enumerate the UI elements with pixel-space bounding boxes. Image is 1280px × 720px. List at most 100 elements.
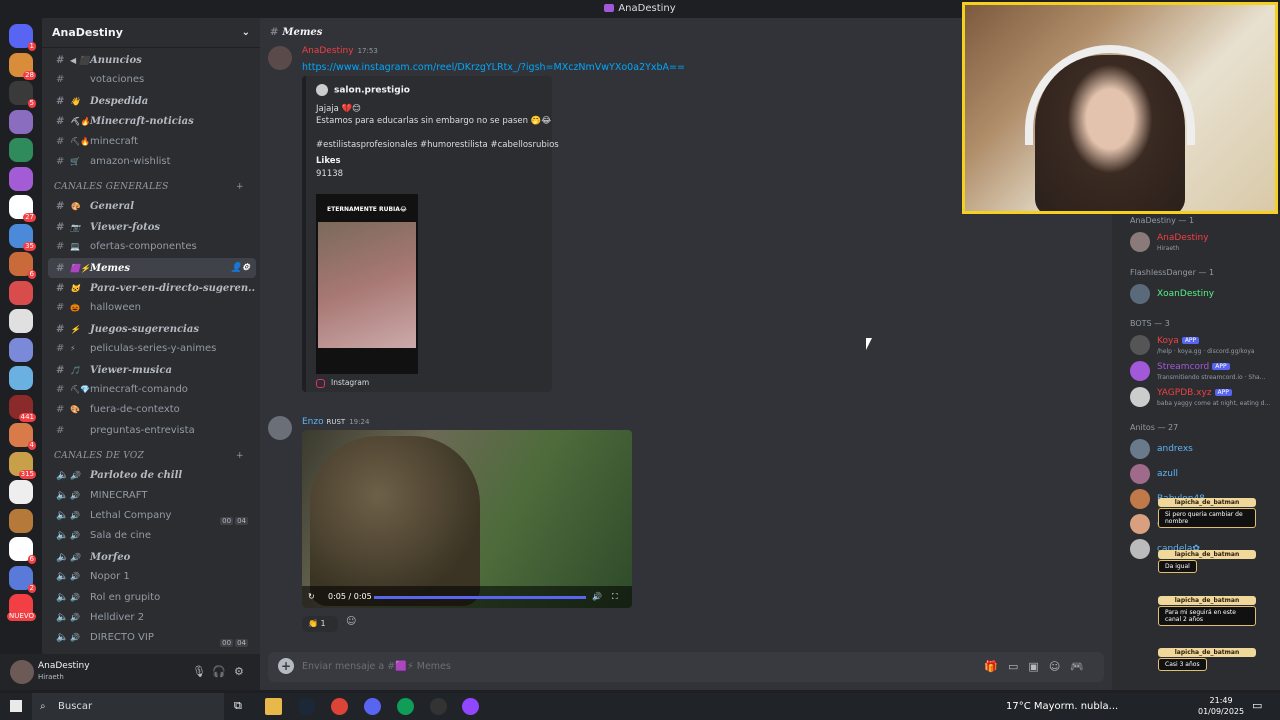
category-voice[interactable]: CANALES DE VOZ + [54, 451, 244, 461]
channel-voice[interactable]: 🔈 🔊 Helldiver 2 [48, 608, 256, 628]
member-item[interactable]: AnaDestiny Hiraeth [1130, 230, 1280, 254]
server-header[interactable]: AnaDestiny ⌄ [42, 18, 260, 48]
server-icon[interactable] [9, 366, 33, 390]
channel-item[interactable]: # preguntas-entrevista [48, 421, 256, 441]
volume-icon[interactable]: 🔊 [592, 586, 602, 608]
provider-name[interactable]: salon.prestigio [334, 86, 410, 96]
server-icon[interactable] [9, 309, 33, 333]
author-name[interactable]: AnaDestiny [302, 46, 354, 56]
server-icon[interactable]: 35 [9, 223, 36, 251]
server-icon[interactable]: 315 [9, 451, 36, 479]
member-item[interactable]: YAGPDB.xyz APP baba yaggy come at night, e… [1130, 385, 1280, 409]
channel-item[interactable]: # 🟪⚡Memes 👤⚙ [48, 257, 256, 278]
apps-icon[interactable]: 🎮 [1070, 660, 1094, 673]
channel-item[interactable]: # ⚡ Juegos-sugerencias [48, 319, 256, 339]
channel-voice[interactable]: 🔈 🔊 Nopor 1 [48, 567, 256, 587]
microphone-icon[interactable]: 🎙 [192, 665, 206, 678]
add-reaction-icon[interactable]: ☺ [346, 616, 356, 627]
channel-voice[interactable]: 🔈 🔊 Lethal Company 00 04 [48, 506, 256, 526]
server-icon[interactable] [9, 109, 33, 134]
server-icon[interactable]: 1 [9, 24, 36, 51]
server-icon[interactable]: 6 [9, 252, 36, 279]
windows-start-icon[interactable] [10, 700, 22, 712]
channel-voice[interactable]: 🔈 🔊 Parloteo de chill [48, 465, 256, 485]
channel-item[interactable]: # 🎨 fuera-de-contexto [48, 400, 256, 420]
member-item[interactable]: XoanDestiny [1130, 282, 1280, 306]
member-item[interactable]: azull [1130, 462, 1280, 486]
server-icon[interactable]: 5 [9, 81, 36, 108]
channel-item[interactable]: # 🎃 halloween [48, 298, 256, 318]
category-general[interactable]: CANALES GENERALES + [54, 182, 244, 192]
message-link[interactable]: https://www.instagram.com/reel/DKrzgYLRt… [302, 62, 685, 73]
fullscreen-icon[interactable]: ⛶ [612, 586, 618, 608]
message-author[interactable]: AnaDestiny 17:53 [302, 46, 378, 56]
replay-icon[interactable]: ↻ [308, 586, 315, 608]
gift-icon[interactable]: 🎁 [984, 660, 1008, 673]
channel-item[interactable]: # ⛏🔥minecraft [48, 132, 256, 152]
server-icon[interactable] [9, 337, 33, 362]
channel-item[interactable]: # 📷 Viewer-fotos [48, 217, 256, 237]
obs-icon[interactable] [430, 698, 447, 715]
steam-icon[interactable] [298, 698, 315, 715]
gear-icon[interactable]: ⚙ [234, 665, 244, 678]
embed-thumbnail[interactable]: ETERNAMENTE RUBIA😂 [316, 194, 418, 374]
avatar[interactable] [268, 46, 292, 70]
upload-plus-icon[interactable]: + [278, 658, 294, 674]
discord-icon[interactable] [364, 698, 381, 715]
channel-item[interactable]: # ⛏💎minecraft-comando [48, 380, 256, 400]
message-input[interactable]: Enviar mensaje a #🟪⚡ Memes [302, 661, 451, 672]
taskbar-search[interactable]: ⌕ Buscar [32, 693, 224, 720]
gif-icon[interactable]: ▭ [1008, 660, 1028, 673]
channel-item[interactable]: # 👋 Despedida [48, 91, 256, 111]
member-item[interactable]: Koya APP/help · koya.gg · discord.gg/koya [1130, 333, 1280, 357]
chrome-profile-icon[interactable] [397, 698, 414, 715]
member-item[interactable]: andrexs [1130, 437, 1280, 461]
embed-provider[interactable]: salon.prestigio [316, 84, 410, 96]
channel-voice[interactable]: 🔈 🔊 MINECRAFT [48, 486, 256, 506]
task-view-icon[interactable]: ⧉ [234, 699, 242, 713]
reaction[interactable]: 👏 1 [302, 616, 338, 632]
server-icon[interactable]: 27 [9, 195, 36, 222]
channel-settings-icon[interactable]: 👤⚙ [231, 258, 250, 278]
server-icon[interactable] [9, 280, 33, 305]
add-channel-icon[interactable]: + [236, 451, 244, 461]
file-explorer-icon[interactable] [265, 698, 282, 715]
channel-item[interactable]: # 🎵 Viewer-musica [48, 360, 256, 380]
avatar[interactable] [10, 660, 34, 684]
add-channel-icon[interactable]: + [236, 182, 244, 192]
notifications-icon[interactable]: ▭ [1252, 699, 1262, 712]
headphones-icon[interactable]: 🎧 [212, 665, 226, 678]
avatar[interactable] [268, 416, 292, 440]
channel-item[interactable]: # ⛏🔥Minecraft-noticias [48, 111, 256, 131]
emoji-icon[interactable]: ☺ [1049, 660, 1070, 673]
channel-voice[interactable]: 🔈 🔊 DIRECTO VIP 00 04 [48, 628, 256, 648]
server-icon[interactable]: 28 [9, 52, 36, 80]
media-player-icon[interactable] [462, 698, 479, 715]
server-icon[interactable] [9, 508, 33, 533]
channel-voice[interactable]: 🔈 🔊 Rol en grupito [48, 588, 256, 608]
member-item[interactable]: Streamcord APP Transmitiendo streamcord.io… [1130, 359, 1280, 383]
channel-voice[interactable]: 🔈 🔊 Morfeo [48, 547, 256, 567]
chevron-down-icon[interactable]: ⌄ [242, 18, 250, 48]
server-icon[interactable] [9, 166, 33, 191]
server-icon[interactable]: NUEVO [7, 594, 36, 621]
server-icon[interactable] [9, 138, 33, 162]
channel-item[interactable]: # 🐱 Para-ver-en-directo-sugeren... [48, 278, 256, 298]
channel-item[interactable]: # 🎨 General [48, 196, 256, 216]
clock[interactable]: 21:49 01/09/2025 [1198, 695, 1244, 717]
server-icon[interactable]: 441 [9, 394, 36, 422]
message-author[interactable]: Enzo RUST 19:24 [302, 417, 369, 427]
server-icon[interactable] [9, 480, 33, 504]
author-name[interactable]: Enzo [302, 417, 324, 427]
weather-widget[interactable]: 17°C Mayorm. nubla... [1006, 693, 1118, 720]
channel-voice[interactable]: 🔈 🔊 Sala de cine [48, 526, 256, 546]
server-icon[interactable]: 2 [9, 565, 36, 593]
channel-item[interactable]: # 🛒 amazon-wishlist [48, 152, 256, 172]
sticker-icon[interactable]: ▣ [1028, 660, 1048, 673]
video-player[interactable]: ↻ 0:05 / 0:05 🔊 ⛶ [302, 430, 632, 608]
channel-item[interactable]: # 💻 ofertas-componentes [48, 237, 256, 257]
chrome-icon[interactable] [331, 698, 348, 715]
channel-item[interactable]: # ⚡ peliculas-series-y-animes [48, 339, 256, 359]
channel-item[interactable]: # votaciones [48, 70, 256, 90]
server-icon[interactable]: 4 [9, 423, 36, 450]
